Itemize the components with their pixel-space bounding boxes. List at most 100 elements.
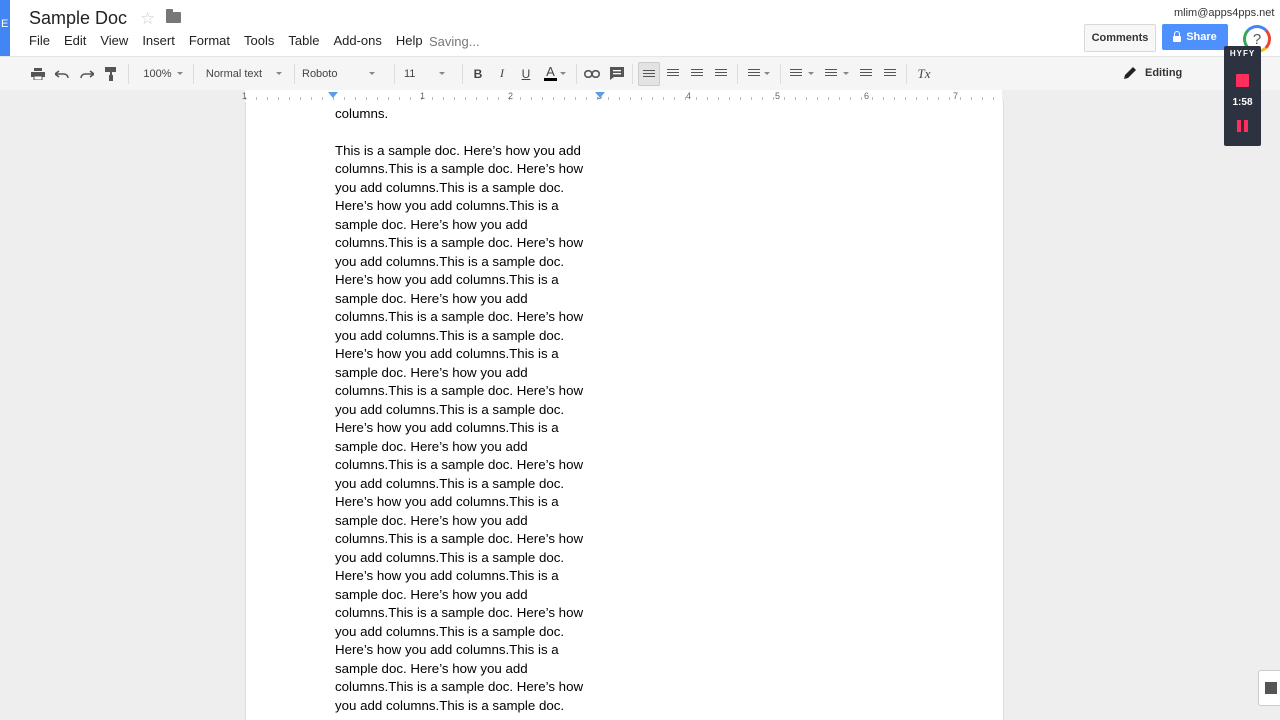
menu-format[interactable]: Format	[189, 33, 230, 48]
zoom-select[interactable]: 100%	[138, 57, 188, 90]
pause-recording-icon[interactable]	[1237, 120, 1249, 132]
font-size-select[interactable]: 11	[404, 57, 456, 90]
text-line: columns.This is a sample doc. Here’s how	[335, 309, 584, 324]
text-line: Here’s how you add columns.This is a	[335, 272, 559, 287]
font-size-value: 11	[404, 67, 416, 80]
explore-button[interactable]	[1258, 670, 1280, 706]
increase-indent-icon	[884, 69, 896, 78]
print-icon[interactable]	[30, 57, 46, 90]
stop-recording-icon[interactable]	[1236, 74, 1249, 87]
undo-icon[interactable]	[54, 57, 70, 90]
toolbar-divider	[632, 64, 633, 84]
font-select[interactable]: Roboto	[302, 57, 386, 90]
header-bar: E Sample Doc ☆ File Edit View Insert For…	[0, 0, 1280, 56]
toolbar-divider	[394, 64, 395, 84]
redo-icon[interactable]	[79, 57, 95, 90]
text-line: sample doc. Here’s how you add	[335, 290, 528, 306]
underline-button[interactable]: U	[518, 57, 534, 90]
menu-edit[interactable]: Edit	[64, 33, 86, 48]
ruler-number: 4	[686, 91, 692, 101]
paragraph-style-select[interactable]: Normal text	[200, 57, 288, 90]
docs-home-strip[interactable]: E	[0, 0, 10, 56]
paint-format-icon[interactable]	[103, 57, 119, 90]
menu-addons[interactable]: Add-ons	[333, 33, 381, 48]
increase-indent-button[interactable]	[881, 57, 899, 90]
italic-button[interactable]: I	[494, 57, 510, 90]
text-line: you add columns.This is a sample doc.	[335, 179, 565, 195]
paragraph-style-value: Normal text	[205, 67, 263, 80]
justify-button[interactable]	[712, 57, 730, 90]
bold-button[interactable]: B	[470, 57, 486, 90]
link-icon[interactable]	[583, 57, 601, 90]
text-line: you add columns.This is a sample doc.	[335, 623, 565, 639]
text-line: Here’s how you add columns.This is a	[335, 420, 559, 435]
text-line: you add columns.This is a sample doc.	[335, 697, 565, 713]
bulleted-list-button[interactable]	[822, 57, 852, 90]
text-line: Here’s how you add columns.This is a	[335, 346, 559, 361]
font-value: Roboto	[302, 67, 338, 80]
align-right-button[interactable]	[688, 57, 706, 90]
folder-icon[interactable]	[166, 9, 181, 23]
formatting-toolbar: 100% Normal text Roboto 11 B I U A Tx	[0, 56, 1280, 91]
comments-button[interactable]: Comments	[1084, 24, 1156, 52]
text-line: you add columns.This is a sample doc.	[335, 475, 565, 491]
menu-table[interactable]: Table	[288, 33, 319, 48]
text-line: sample doc. Here’s how you add	[335, 660, 528, 676]
text-line: columns.This is a sample doc. Here’s how	[335, 383, 584, 398]
clear-formatting-button[interactable]: Tx	[914, 57, 934, 90]
right-indent-marker[interactable]	[595, 92, 605, 98]
text-color-button[interactable]: A	[540, 57, 570, 90]
chevron-down-icon	[369, 72, 376, 75]
align-left-button[interactable]	[638, 62, 660, 86]
user-email[interactable]: mlim@apps4pps.net	[1174, 7, 1274, 19]
zoom-value: 100%	[143, 67, 172, 80]
menu-insert[interactable]: Insert	[142, 33, 175, 48]
screen-recorder-widget: HYFY 1:58	[1224, 46, 1261, 146]
star-icon[interactable]: ☆	[140, 9, 155, 29]
comment-icon[interactable]	[608, 57, 626, 90]
text-line: Here’s how you add columns.This is a	[335, 642, 559, 657]
save-status: Saving...	[429, 34, 480, 49]
lock-icon	[1173, 30, 1182, 42]
menu-bar: File Edit View Insert Format Tools Table…	[29, 33, 437, 48]
text-line: columns.This is a sample doc. Here’s how	[335, 457, 584, 472]
numbered-list-icon	[790, 69, 802, 78]
toolbar-divider	[780, 64, 781, 84]
menu-tools[interactable]: Tools	[244, 33, 274, 48]
document-body[interactable]: columns. This is a sample doc. Here’s ho…	[335, 102, 605, 715]
menu-view[interactable]: View	[100, 33, 128, 48]
text-line: sample doc. Here’s how you add	[335, 512, 528, 528]
text-line: columns.This is a sample doc. Here’s how	[335, 531, 584, 546]
paragraph: columns.	[335, 106, 389, 121]
left-indent-marker[interactable]	[328, 92, 338, 98]
line-spacing-button[interactable]	[744, 57, 774, 90]
ruler-number: 6	[864, 91, 870, 101]
document-page[interactable]: columns. This is a sample doc. Here’s ho…	[245, 102, 1004, 720]
recording-timer: 1:58	[1232, 97, 1253, 108]
menu-help[interactable]: Help	[396, 33, 423, 48]
share-button[interactable]: Share	[1162, 24, 1228, 50]
ruler: 1 1 2 3 4 5 6 7	[0, 90, 1280, 103]
align-left-icon	[643, 69, 655, 79]
chevron-down-icon	[176, 72, 183, 75]
editing-mode-toggle[interactable]: Editing	[1124, 56, 1182, 89]
text-color-letter: A	[544, 64, 557, 81]
ruler-number: 7	[953, 91, 959, 101]
align-center-icon	[667, 69, 679, 78]
chevron-down-icon	[559, 72, 566, 75]
numbered-list-button[interactable]	[787, 57, 817, 90]
align-center-button[interactable]	[664, 57, 682, 90]
document-title[interactable]: Sample Doc	[29, 8, 127, 29]
text-line: Here’s how you add columns.This is a	[335, 568, 559, 583]
chevron-down-icon	[808, 72, 814, 75]
chevron-down-icon	[764, 72, 770, 75]
recorder-title: HYFY	[1229, 49, 1256, 58]
menu-file[interactable]: File	[29, 33, 50, 48]
align-right-icon	[691, 69, 703, 78]
ruler-number: 1	[420, 91, 426, 101]
decrease-indent-button[interactable]	[857, 57, 875, 90]
bulleted-list-icon	[825, 69, 837, 78]
toolbar-divider	[193, 64, 194, 84]
editing-mode-label: Editing	[1145, 66, 1183, 79]
toolbar-divider	[576, 64, 577, 84]
